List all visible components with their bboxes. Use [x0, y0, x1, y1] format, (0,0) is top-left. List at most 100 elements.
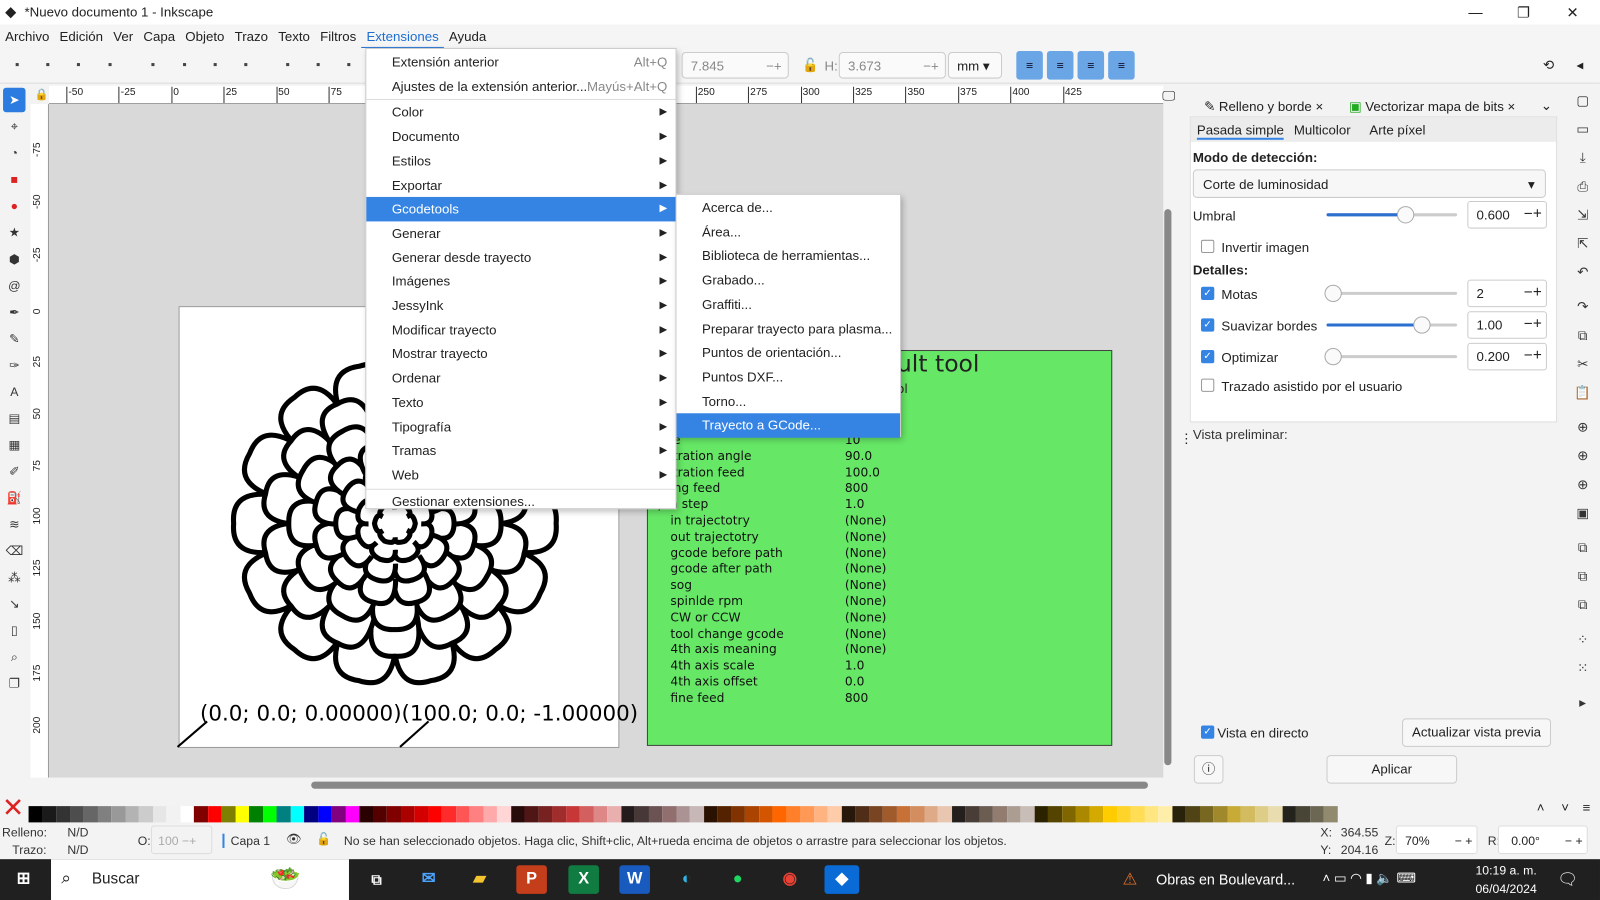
panel-handle-icon[interactable]: ⋮ [1180, 431, 1193, 447]
menu-texto[interactable]: Texto [273, 24, 315, 46]
save-icon[interactable]: ⤓ [1570, 145, 1594, 172]
color-swatch[interactable] [772, 806, 787, 823]
menu-item[interactable]: Documento ▶ [366, 125, 675, 149]
menu-item[interactable]: Generar ▶ [366, 221, 675, 245]
word-icon[interactable]: W [619, 865, 650, 894]
tool-tweak-icon[interactable]: ◔ [3, 141, 25, 165]
color-swatch[interactable] [455, 806, 470, 823]
export-icon[interactable]: ⇱ [1570, 231, 1594, 258]
optimize-slider[interactable] [1324, 347, 1458, 366]
chevron-down-icon[interactable]: ⌄ [1541, 98, 1552, 114]
color-swatch[interactable] [483, 806, 497, 823]
color-swatch[interactable] [1199, 806, 1214, 823]
tool-pen-icon[interactable]: ✒ [3, 300, 25, 324]
file-explorer-icon[interactable]: ▰ [464, 865, 495, 894]
color-swatch[interactable] [1061, 806, 1076, 823]
zoom-selection-icon[interactable]: ⊕ [1570, 414, 1594, 441]
color-swatch[interactable] [345, 806, 360, 823]
menu-item[interactable]: Gestionar extensiones... [366, 489, 675, 513]
color-swatch[interactable] [124, 806, 139, 823]
color-swatch[interactable] [180, 806, 194, 823]
new-icon[interactable]: ▢ [1570, 88, 1594, 115]
color-swatch[interactable] [965, 806, 980, 823]
clock-date[interactable]: 06/04/2024 [1475, 882, 1536, 896]
color-swatch[interactable] [372, 806, 387, 823]
submenu-item[interactable]: Puntos DXF... [677, 365, 900, 389]
speckles-checkbox[interactable]: ✓ [1201, 286, 1215, 300]
open-icon[interactable]: ▭ [1570, 116, 1594, 143]
color-swatch[interactable] [510, 806, 525, 823]
menu-item[interactable]: JessyInk ▶ [366, 294, 675, 318]
duplicate-icon[interactable]: ⧉ [1570, 535, 1594, 562]
color-swatch[interactable] [855, 806, 869, 823]
tool-node-icon[interactable]: ⌖ [3, 114, 25, 138]
tool-pages-icon[interactable]: ❐ [3, 671, 25, 695]
tool-connector-icon[interactable]: ↘ [3, 592, 25, 616]
tool-text-icon[interactable]: A [3, 380, 25, 404]
menu-item[interactable]: Ajustes de la extensión anterior... Mayús… [366, 74, 675, 98]
tool-spiral-icon[interactable]: @ [3, 273, 25, 297]
ruler-lock-icon[interactable]: 🔒 [35, 88, 49, 101]
color-swatch[interactable] [786, 806, 800, 823]
windows-start-icon[interactable]: ⊞ [8, 865, 39, 894]
unlink-icon[interactable]: ⧉ [1570, 592, 1594, 619]
tool-pencil-icon[interactable]: ✎ [3, 327, 25, 351]
palette-menu-icon[interactable]: ≡ [1583, 800, 1591, 815]
ungroup-icon[interactable]: ⁙ [1570, 655, 1594, 682]
subtab-multicolor[interactable]: Multicolor [1294, 122, 1351, 137]
tool-star-icon[interactable]: ★ [3, 220, 25, 244]
menu-objeto[interactable]: Objeto [180, 24, 229, 46]
menu-item[interactable]: Gcodetools ▶ [366, 197, 676, 222]
color-swatch[interactable] [896, 806, 911, 823]
tool-measure-icon[interactable]: ▯ [3, 618, 25, 642]
layer-visibility-icon[interactable]: 👁 [286, 832, 302, 846]
clock-time[interactable]: 10:19 a. m. [1475, 863, 1536, 877]
color-swatch[interactable] [552, 806, 566, 823]
update-preview-button[interactable]: Actualizar vista previa [1402, 718, 1552, 747]
speckles-slider[interactable] [1324, 284, 1458, 303]
zoom-field[interactable]: 70% − + [1395, 825, 1478, 855]
menu-item[interactable]: Exportar ▶ [366, 173, 675, 197]
color-swatch[interactable] [937, 806, 952, 823]
color-swatch[interactable] [979, 806, 993, 823]
tray-icons[interactable]: ˄ ▭ ◠ ▮ 🔈 ⌨ [1322, 870, 1415, 886]
rotation-field[interactable]: 0.00° − + [1497, 825, 1588, 855]
submenu-item[interactable]: Área... [677, 220, 900, 244]
width-field[interactable]: 7.845 −+ [681, 52, 789, 79]
menu-item[interactable]: Estilos ▶ [366, 149, 675, 173]
close-button[interactable]: ✕ [1549, 0, 1596, 24]
group-icon[interactable]: ⁘ [1570, 627, 1594, 654]
color-swatch[interactable] [1282, 806, 1296, 823]
smooth-field[interactable]: 1.00 −+ [1467, 311, 1547, 339]
color-swatch[interactable] [1309, 806, 1324, 823]
no-paint-icon[interactable]: ✕ [2, 794, 24, 821]
maximize-button[interactable]: ❐ [1500, 0, 1547, 24]
color-swatch[interactable] [565, 806, 580, 823]
submenu-item[interactable]: Preparar trayecto para plasma... [677, 317, 900, 341]
color-swatch[interactable] [469, 806, 484, 823]
optimize-checkbox[interactable]: ✓ [1201, 349, 1215, 364]
menu-trazo[interactable]: Trazo [229, 24, 273, 46]
chrome-icon[interactable]: ◉ [774, 865, 805, 894]
horizontal-scrollbar[interactable] [311, 781, 1148, 789]
submenu-item[interactable]: Graffiti... [677, 293, 900, 317]
color-swatch[interactable] [717, 806, 732, 823]
lock-icon[interactable]: 🔓 [802, 57, 819, 73]
color-swatch[interactable] [276, 806, 291, 823]
color-swatch[interactable] [221, 806, 236, 823]
color-swatch[interactable] [744, 806, 759, 823]
menu-item[interactable]: Generar desde trayecto ▶ [366, 246, 675, 270]
toolbar-action-icon[interactable]: ▪ [39, 57, 57, 73]
color-swatch[interactable] [758, 806, 773, 823]
transform-gradients-button[interactable]: ≡ [1077, 51, 1105, 80]
mode-select[interactable]: Corte de luminosidad ▾ [1192, 169, 1546, 198]
menu-capa[interactable]: Capa [138, 24, 180, 46]
speckles-field[interactable]: 2 −+ [1467, 279, 1547, 308]
color-swatch[interactable] [28, 806, 43, 823]
scale-stroke-button[interactable]: ≡ [1016, 51, 1043, 80]
toolbar-action-icon[interactable]: ▪ [279, 57, 297, 73]
spotify-icon[interactable]: ● [722, 865, 753, 894]
color-swatch[interactable] [1323, 806, 1338, 823]
color-swatch[interactable] [304, 806, 318, 823]
color-swatch[interactable] [56, 806, 70, 823]
